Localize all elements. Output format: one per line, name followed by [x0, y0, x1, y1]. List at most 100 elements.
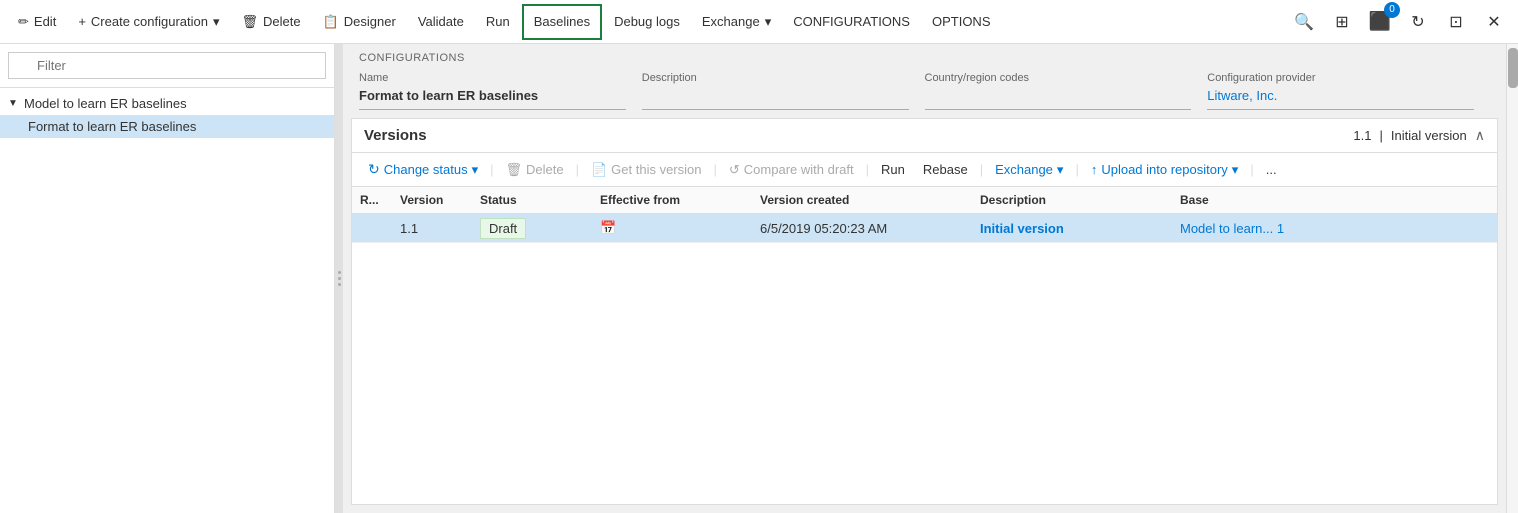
create-configuration-button[interactable]: + Create configuration ▾	[68, 4, 229, 40]
notification-badge: 0	[1384, 2, 1400, 18]
table-header-row: R... Version Status Effective from Versi…	[352, 187, 1497, 214]
rebase-label: Rebase	[923, 162, 968, 177]
designer-button[interactable]: 📋 Designer	[313, 4, 406, 40]
close-button[interactable]: ✕	[1478, 6, 1510, 38]
config-description-value	[642, 88, 909, 110]
refresh-button[interactable]: ↻	[1402, 6, 1434, 38]
content-area: CONFIGURATIONS Name Format to learn ER b…	[343, 44, 1506, 513]
exchange-version-chevron-icon: ▾	[1057, 162, 1064, 178]
version-meta-separator: |	[1379, 128, 1382, 143]
search-toolbar-button[interactable]: 🔍	[1288, 6, 1320, 38]
validate-button[interactable]: Validate	[408, 4, 474, 40]
config-name-value: Format to learn ER baselines	[359, 88, 626, 110]
edit-icon: ✏	[18, 14, 29, 30]
exchange-button[interactable]: Exchange ▾	[692, 4, 781, 40]
upload-repository-label: Upload into repository	[1101, 162, 1227, 177]
cell-version: 1.1	[392, 214, 472, 243]
upload-repository-button[interactable]: ↑ Upload into repository ▾	[1083, 158, 1247, 182]
run-version-label: Run	[881, 162, 905, 177]
run-label: Run	[486, 14, 510, 29]
cell-description: Initial version	[972, 214, 1172, 243]
settings-button[interactable]: ⊞	[1326, 6, 1358, 38]
rebase-button[interactable]: Rebase	[915, 158, 976, 181]
versions-table: R... Version Status Effective from Versi…	[352, 187, 1497, 243]
config-provider-value[interactable]: Litware, Inc.	[1207, 88, 1474, 110]
tree-child-item[interactable]: Format to learn ER baselines	[0, 115, 334, 138]
config-country-value	[925, 88, 1192, 110]
config-provider-field: Configuration provider Litware, Inc.	[1207, 72, 1490, 110]
ver-separator-5: |	[980, 162, 983, 177]
tree-parent-item[interactable]: ▼ Model to learn ER baselines	[0, 92, 334, 115]
edit-label: Edit	[34, 14, 56, 29]
collapse-button[interactable]: ∧	[1475, 127, 1485, 144]
tree-child-label: Format to learn ER baselines	[28, 119, 196, 134]
change-status-chevron-icon: ▾	[472, 162, 479, 178]
versions-panel: Versions 1.1 | Initial version ∧ ↻ Chang…	[351, 118, 1498, 505]
drag-dots	[338, 271, 341, 286]
ver-separator-1: |	[490, 162, 493, 177]
ver-separator-6: |	[1075, 162, 1078, 177]
tree-parent-label: Model to learn ER baselines	[24, 96, 187, 111]
col-header-version-created: Version created	[752, 187, 972, 214]
col-header-status: Status	[472, 187, 592, 214]
versions-title: Versions	[364, 127, 427, 144]
get-this-version-button[interactable]: 📄 Get this version	[583, 158, 710, 182]
config-fields: Name Format to learn ER baselines Descri…	[359, 72, 1490, 110]
col-header-version: Version	[392, 187, 472, 214]
drag-handle[interactable]	[335, 44, 343, 513]
options-button[interactable]: OPTIONS	[922, 4, 1001, 40]
plus-icon: +	[78, 14, 86, 29]
configurations-button[interactable]: CONFIGURATIONS	[783, 4, 920, 40]
exchange-version-label: Exchange	[995, 162, 1053, 177]
ver-separator-2: |	[576, 162, 579, 177]
col-header-base: Base	[1172, 187, 1497, 214]
sidebar: 🔍 ▼ Model to learn ER baselines Format t…	[0, 44, 335, 513]
delete-icon: 🗑	[242, 14, 259, 30]
table-row[interactable]: 1.1 Draft 📅 6/5/2019 05:20:23 AM Initial…	[352, 214, 1497, 243]
main-layout: 🔍 ▼ Model to learn ER baselines Format t…	[0, 44, 1518, 513]
upload-icon: ↑	[1091, 162, 1098, 177]
run-version-button[interactable]: Run	[873, 158, 913, 181]
cell-r	[352, 214, 392, 243]
exchange-version-button[interactable]: Exchange ▾	[987, 158, 1071, 182]
config-section-title: CONFIGURATIONS	[359, 52, 1490, 64]
config-provider-label: Configuration provider	[1207, 72, 1474, 84]
delete-version-icon: 🗑	[506, 162, 523, 178]
calendar-icon: 📅	[600, 220, 616, 235]
delete-version-label: Delete	[526, 162, 564, 177]
col-header-description: Description	[972, 187, 1172, 214]
col-header-r: R...	[352, 187, 392, 214]
exchange-label: Exchange	[702, 14, 760, 29]
delete-version-button[interactable]: 🗑 Delete	[498, 158, 572, 182]
upload-chevron-icon: ▾	[1232, 162, 1239, 178]
debug-logs-button[interactable]: Debug logs	[604, 4, 690, 40]
edit-button[interactable]: ✏ Edit	[8, 4, 66, 40]
scrollbar-thumb[interactable]	[1508, 48, 1518, 88]
chevron-down-icon: ▾	[213, 14, 220, 30]
main-toolbar: ✏ Edit + Create configuration ▾ 🗑 Delete…	[0, 0, 1518, 44]
refresh-icon: ↻	[1411, 12, 1424, 32]
run-button[interactable]: Run	[476, 4, 520, 40]
config-name-field: Name Format to learn ER baselines	[359, 72, 642, 110]
versions-meta: 1.1 | Initial version ∧	[1353, 127, 1485, 144]
cell-base: Model to learn... 1	[1172, 214, 1497, 243]
config-country-field: Country/region codes	[925, 72, 1208, 110]
more-options-button[interactable]: ...	[1258, 158, 1285, 181]
baselines-button[interactable]: Baselines	[522, 4, 602, 40]
delete-button[interactable]: 🗑 Delete	[232, 4, 311, 40]
table-header: R... Version Status Effective from Versi…	[352, 187, 1497, 214]
compare-with-draft-button[interactable]: ↺ Compare with draft	[721, 158, 862, 182]
designer-icon: 📋	[323, 14, 339, 30]
close-icon: ✕	[1487, 12, 1500, 32]
config-description-field: Description	[642, 72, 925, 110]
change-status-button[interactable]: ↻ Change status ▾	[360, 157, 486, 182]
filter-input[interactable]	[8, 52, 326, 79]
compare-icon: ↺	[729, 162, 740, 178]
versions-toolbar: ↻ Change status ▾ | 🗑 Delete | 📄 Get thi…	[352, 153, 1497, 187]
get-version-icon: 📄	[591, 162, 607, 178]
create-label: Create configuration	[91, 14, 208, 29]
scrollbar[interactable]	[1506, 44, 1518, 513]
status-badge: Draft	[480, 218, 526, 239]
restore-button[interactable]: ⊡	[1440, 6, 1472, 38]
baselines-label: Baselines	[534, 14, 590, 29]
